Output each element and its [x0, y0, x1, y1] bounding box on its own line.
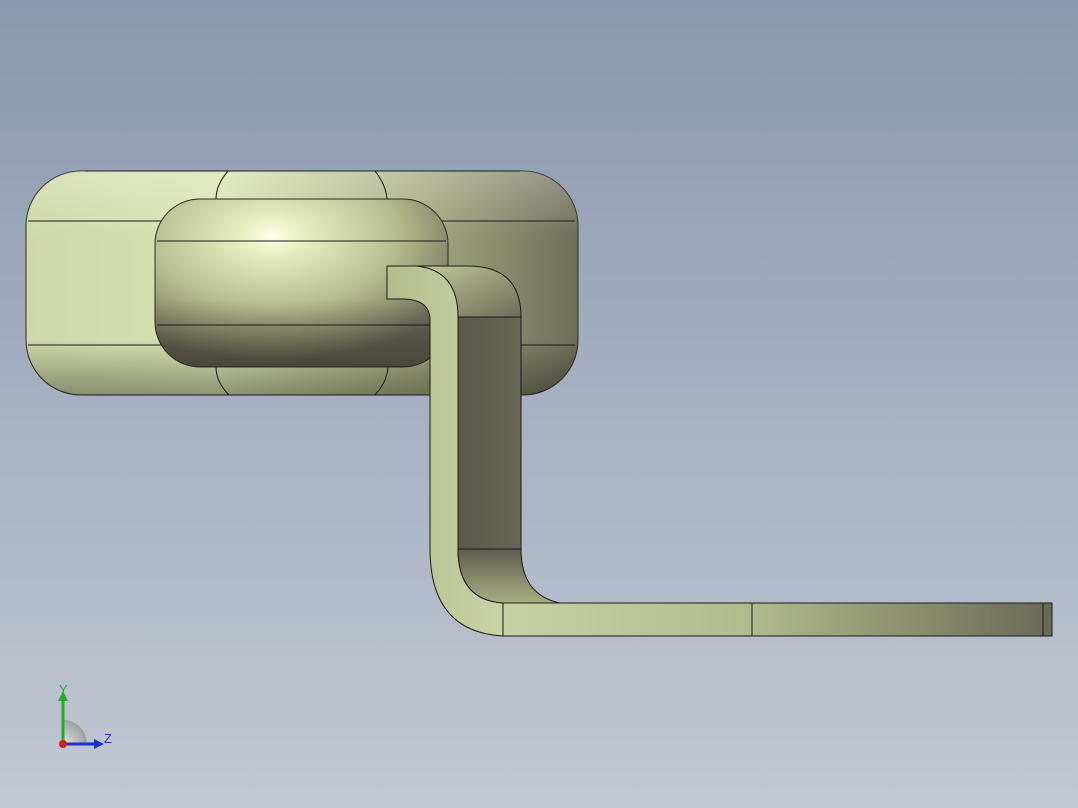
y-axis-label: Y: [59, 684, 68, 697]
bent-lead[interactable]: [386, 265, 1053, 637]
z-axis-label: Z: [104, 731, 112, 746]
orientation-triad[interactable]: Y Z: [48, 684, 118, 754]
z-arrow-icon: [94, 739, 104, 749]
x-axis-icon: [59, 740, 67, 748]
triad-quadrant: [63, 720, 87, 744]
model-canvas[interactable]: [0, 0, 1078, 808]
graphics-viewport[interactable]: Y Z: [0, 0, 1078, 808]
